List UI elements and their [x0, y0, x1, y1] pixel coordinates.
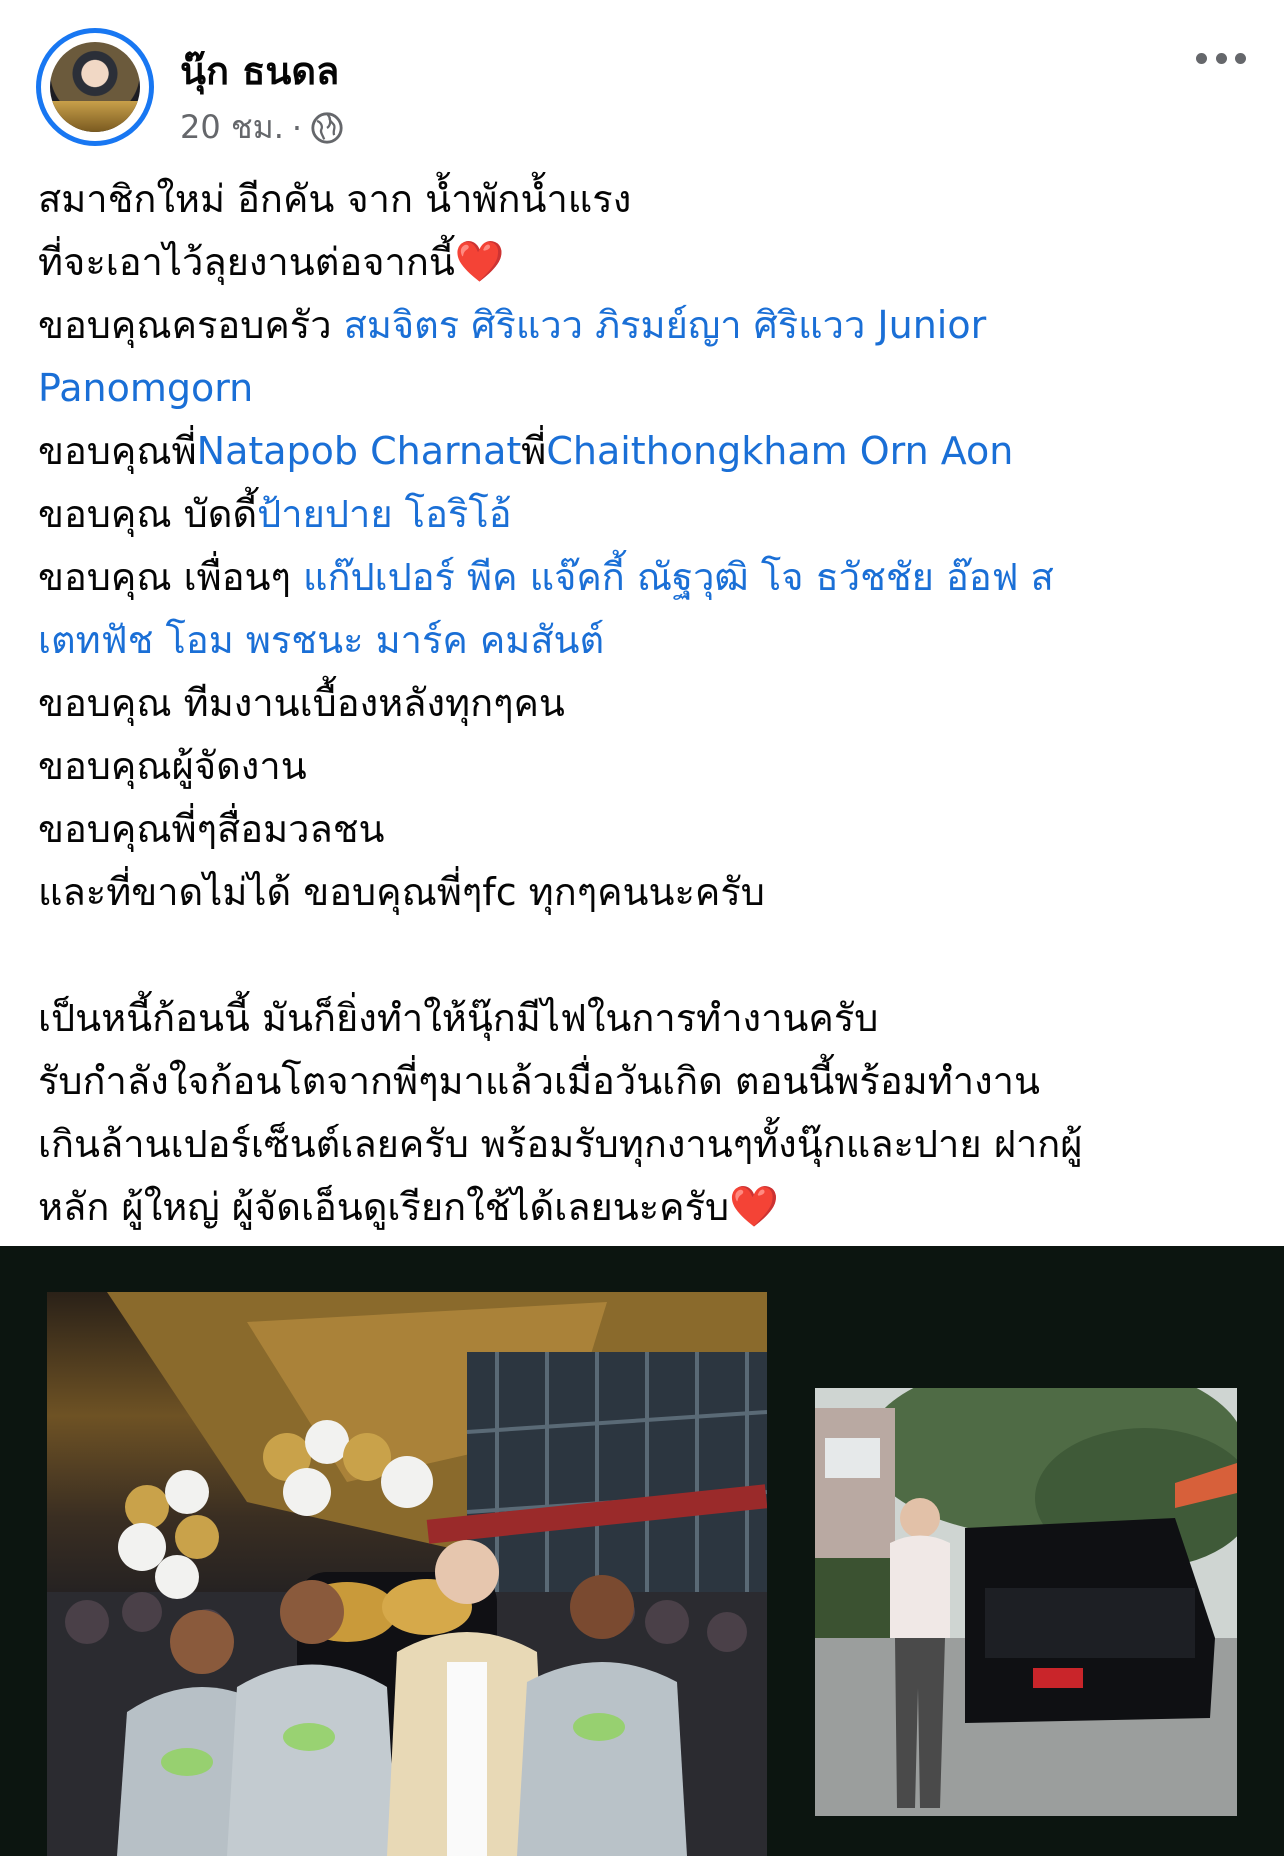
driveway-photo-illustration — [815, 1388, 1237, 1816]
tagged-person-link[interactable]: Chaithongkham Orn Aon — [546, 429, 1013, 473]
post-header: นุ๊ก ธนดล 20 ชม. · — [0, 0, 1284, 150]
heart-emoji: ❤️ — [454, 239, 505, 285]
post-line: เกินล้านเปอร์เซ็นต์เลยครับ พร้อมรับทุกงา… — [38, 1122, 1083, 1166]
post-line: ขอบคุณ ทีมงานเบื้องหลังทุกๆคน — [38, 681, 565, 725]
tagged-people-link[interactable]: เตทฟัช โอม พรชนะ มาร์ค คมสันต์ — [38, 618, 604, 662]
post-line: ขอบคุณพี่ๆสื่อมวลชน — [38, 807, 385, 851]
car-driveway-photo[interactable] — [815, 1388, 1237, 1816]
post-line: รับกำลังใจก้อนโตจากพี่ๆมาแล้วเมื่อวันเกิ… — [38, 1059, 1040, 1103]
author-name[interactable]: นุ๊ก ธนดล — [180, 40, 339, 101]
post-body: สมาชิกใหม่ อีกคัน จาก น้ำพักน้ำแรง ที่จะ… — [38, 168, 1258, 1239]
globe-icon[interactable] — [310, 111, 344, 145]
car-delivery-event-photo[interactable] — [47, 1292, 767, 1856]
post-line: ขอบคุณ บัดดี้ป้ายปาย โอริโอ้ — [38, 492, 512, 536]
post-line: Panomgorn — [38, 357, 1258, 420]
post-line: ที่จะเอาไว้ลุยงานต่อจากนี้❤️ — [38, 239, 505, 285]
post-photo-area — [0, 1246, 1284, 1856]
post-line: ขอบคุณ เพื่อนๆ แก๊ปเปอร์ พีค แจ๊คกี้ ณัฐ… — [38, 555, 1054, 599]
tagged-people-link[interactable]: Panomgorn — [38, 366, 253, 410]
profile-avatar[interactable] — [36, 28, 154, 146]
post-line: และที่ขาดไม่ได้ ขอบคุณพี่ๆfc ทุกๆคนนะครั… — [38, 870, 765, 914]
post-timestamp[interactable]: 20 ชม. — [180, 102, 284, 153]
heart-emoji: ❤️ — [729, 1184, 779, 1230]
meta-separator: · — [291, 108, 303, 147]
post-line: เป็นหนี้ก้อนนี้ มันก็ยิ่งทำให้นุ๊กมีไฟใน… — [38, 996, 879, 1040]
tagged-person-link[interactable]: Natapob Charnat — [197, 429, 522, 473]
post-line: ขอบคุณพี่Natapob Charnatพี่Chaithongkham… — [38, 429, 1014, 473]
avatar-image — [50, 42, 140, 132]
post-line: ขอบคุณผู้จัดงาน — [38, 744, 307, 788]
event-photo-illustration — [47, 1292, 767, 1856]
post-line: หลัก ผู้ใหญ่ ผู้จัดเอ็นดูเรียกใช้ได้เลยน… — [38, 1184, 779, 1230]
tagged-people-link[interactable]: แก๊ปเปอร์ พีค แจ๊คกี้ ณัฐวุฒิ โจ ธวัชชัย… — [303, 555, 1054, 599]
tagged-person-link[interactable]: ป้ายปาย โอริโอ้ — [257, 492, 511, 536]
post-line: เตทฟัช โอม พรชนะ มาร์ค คมสันต์ — [38, 609, 1258, 672]
more-horizontal-icon[interactable] — [1196, 48, 1246, 68]
post-line: ขอบคุณครอบครัว สมจิตร ศิริแวว ภิรมย์ญา ศ… — [38, 303, 987, 347]
tagged-people-link[interactable]: สมจิตร ศิริแวว ภิรมย์ญา ศิริแวว Junior — [344, 303, 987, 347]
post-line: สมาชิกใหม่ อีกคัน จาก น้ำพักน้ำแรง — [38, 177, 632, 221]
post-meta: 20 ชม. · — [180, 102, 344, 153]
